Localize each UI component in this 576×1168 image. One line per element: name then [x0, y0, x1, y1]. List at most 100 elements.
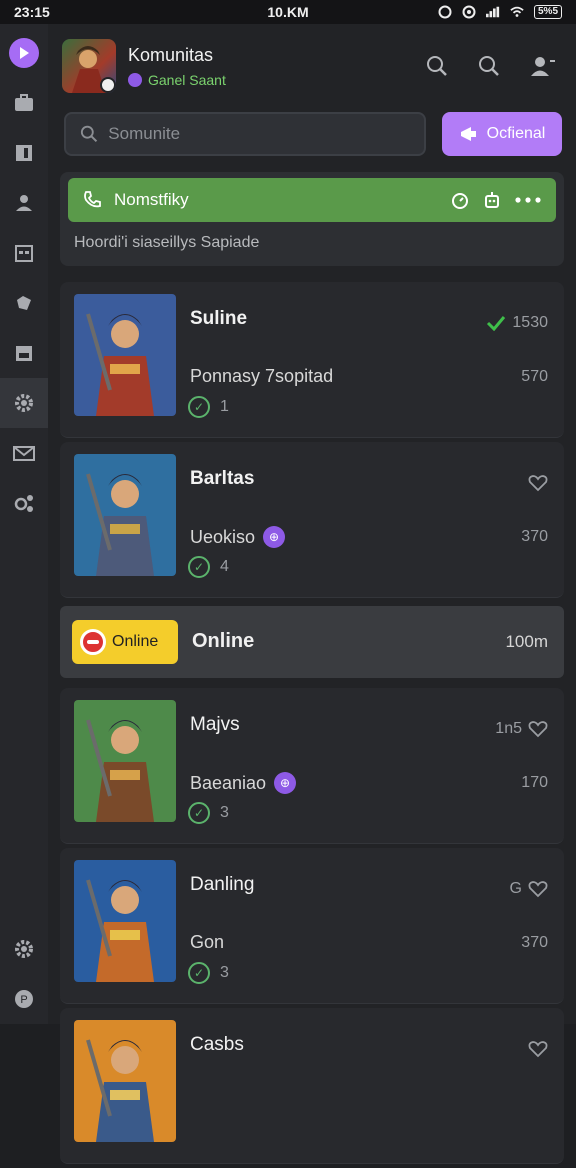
status-dot-icon [128, 72, 142, 87]
gear-icon [15, 940, 33, 958]
phone-icon [84, 191, 101, 208]
card-title: Casbs [190, 1034, 244, 1055]
rail-bottom: P [0, 924, 48, 1024]
online-row[interactable]: Online Online 100m [60, 606, 564, 678]
card-right-top-group: 1n5 [495, 720, 548, 738]
rail-item-briefcase[interactable] [0, 78, 48, 128]
notifications-label: Nomstfiky [114, 190, 189, 209]
person-icon [16, 195, 32, 211]
card-title: Majvs [190, 714, 240, 735]
gear-icon [15, 394, 33, 412]
rail-item-person[interactable] [0, 178, 48, 228]
purple-badge-icon: ⊕ [274, 772, 297, 794]
help-icon: P [15, 990, 33, 1008]
status-time: 23:15 [14, 4, 50, 20]
card-subtitle-text: Baeaniao [190, 772, 267, 793]
heart-icon[interactable] [528, 880, 548, 898]
more-icon[interactable] [514, 190, 542, 210]
card-right-mid: 370 [521, 934, 548, 951]
rail-item-settings[interactable] [0, 378, 48, 428]
card-subtitle-text: Ueokiso [190, 526, 256, 547]
search-input[interactable] [108, 124, 410, 144]
card-subtitle: Gon [190, 932, 224, 953]
search-icon-2[interactable] [476, 53, 502, 79]
add-user-icon[interactable] [528, 53, 556, 79]
card-meta-count: 4 [220, 558, 229, 575]
list-item[interactable]: Casbs [60, 1008, 564, 1164]
green-check-icon [487, 316, 506, 331]
search-row: Ocfienal [64, 112, 562, 156]
battery-indicator: 5%5 [533, 5, 562, 19]
card-subtitle: Ponnasy 7sopitad [190, 366, 333, 387]
check-circle-icon: ✓ [188, 396, 210, 418]
book-icon [16, 145, 32, 161]
card-right-mid: 370 [521, 528, 548, 545]
megaphone-icon [460, 127, 476, 141]
store-icon [16, 346, 32, 361]
search-icon [80, 125, 98, 143]
rail-item-store[interactable] [0, 328, 48, 378]
official-button-label: Ocfienal [486, 125, 546, 142]
list-item[interactable]: Suline Ponnasy 7sopitad ✓ 1 1530 570 [60, 282, 564, 438]
notifications-bar[interactable]: Nomstfiky [68, 178, 556, 222]
check-circle-icon: ✓ [188, 962, 210, 984]
mail-icon [13, 446, 35, 461]
online-pill-label: Online [112, 633, 159, 650]
robot-icon[interactable] [482, 190, 502, 210]
card-thumbnail[interactable] [74, 294, 176, 416]
card-title: Suline [190, 308, 248, 329]
status-center: 10.KM [267, 4, 309, 20]
card-thumbnail[interactable] [74, 860, 176, 982]
online-pill[interactable]: Online [72, 620, 178, 664]
circle-icon [462, 5, 476, 19]
card-right-top-group [522, 1040, 548, 1058]
card-thumbnail[interactable] [74, 454, 176, 576]
community-title: Komunitas [128, 44, 214, 65]
card-meta-count: 1 [220, 398, 229, 415]
list-item[interactable]: Barltas Ueokiso ⊕ ✓ 4 370 [60, 442, 564, 598]
community-subtitle: Ganel Saant [128, 72, 424, 88]
timer-icon[interactable] [450, 190, 470, 210]
card-right-mid: 170 [521, 774, 548, 791]
card-subtitle: Ueokiso ⊕ [190, 526, 286, 548]
card-right-top-group: 1530 [486, 314, 548, 332]
card-thumbnail[interactable] [74, 1020, 176, 1142]
search-icon[interactable] [424, 53, 450, 79]
card-subtitle-text: Gon [190, 932, 225, 952]
list-item[interactable]: Danling Gon ✓ 3 G 370 [60, 848, 564, 1004]
rail-item-puzzle[interactable] [0, 278, 48, 328]
rail-item-connections[interactable] [0, 478, 48, 528]
card-meta-count: 3 [220, 964, 229, 981]
rail-item-settings-bottom[interactable] [0, 924, 48, 974]
heart-icon[interactable] [528, 720, 548, 738]
notifications-description: Hoordi'i siaseillys Sapiade [74, 234, 260, 251]
community-header: Komunitas Ganel Saant [62, 36, 562, 96]
list-item[interactable]: Majvs Baeaniao ⊕ ✓ 3 1n5 170 [60, 688, 564, 844]
community-list: Suline Ponnasy 7sopitad ✓ 1 1530 570 Barltas Ue… [60, 282, 564, 1168]
signal-icon [485, 5, 500, 19]
card-meta: ✓ 3 [188, 962, 229, 984]
heart-icon[interactable] [528, 1040, 548, 1058]
heart-icon[interactable] [528, 474, 548, 492]
briefcase-icon [15, 94, 33, 111]
card-meta: ✓ 1 [188, 396, 229, 418]
card-right-top-group [522, 474, 548, 492]
card-meta-count: 3 [220, 804, 229, 821]
rail-item-book[interactable] [0, 128, 48, 178]
search-box[interactable] [64, 112, 426, 156]
svg-text:P: P [20, 994, 27, 1006]
connections-icon [14, 495, 33, 512]
rail-item-help[interactable]: P [0, 974, 48, 1024]
rail-item-mail[interactable] [0, 428, 48, 478]
app-logo-play-icon[interactable] [9, 38, 39, 68]
card-title: Danling [190, 874, 255, 895]
official-button[interactable]: Ocfienal [442, 112, 562, 156]
main-panel: Komunitas Ganel Saant Ocfienal Nomstfiky… [48, 24, 576, 1164]
check-circle-icon: ✓ [188, 802, 210, 824]
calendar-icon [15, 245, 33, 262]
rail-item-calendar[interactable] [0, 228, 48, 278]
community-avatar[interactable] [62, 39, 116, 93]
wifi-icon [510, 5, 524, 19]
card-thumbnail[interactable] [74, 700, 176, 822]
card-right-top-group: G [510, 880, 548, 898]
